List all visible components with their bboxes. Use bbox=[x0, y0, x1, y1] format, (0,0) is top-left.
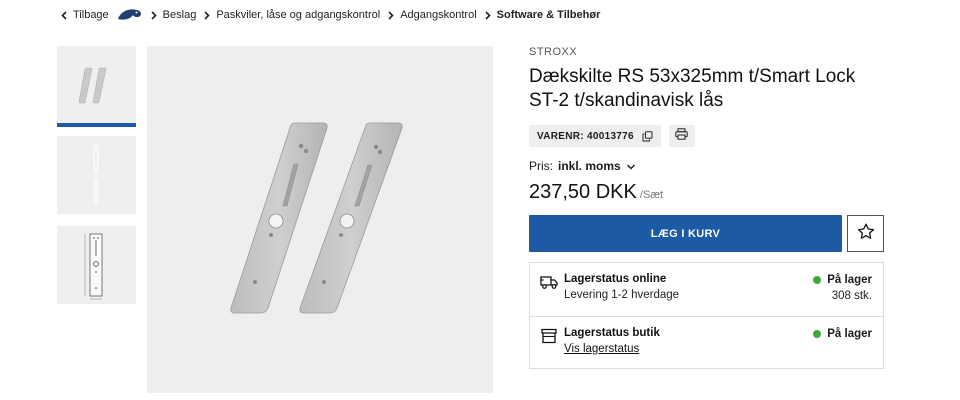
price-mode-row: Pris: inkl. moms bbox=[529, 159, 884, 173]
stock-store-status-group: På lager bbox=[813, 328, 872, 340]
thumbnail-2[interactable] bbox=[57, 136, 136, 214]
chevron-right-icon bbox=[483, 10, 492, 20]
main-product-image[interactable] bbox=[147, 46, 493, 393]
truck-icon bbox=[540, 274, 558, 290]
stock-online-row: Lagerstatus online Levering 1-2 hverdage… bbox=[530, 263, 883, 316]
breadcrumb-item-adgangskontrol[interactable]: Adgangskontrol bbox=[400, 9, 476, 21]
view-store-stock-link[interactable]: Vis lagerstatus bbox=[564, 343, 639, 355]
chevron-right-icon bbox=[202, 10, 211, 20]
back-link[interactable]: Tilbage bbox=[60, 9, 109, 21]
favorite-button[interactable] bbox=[847, 215, 884, 252]
price-row: 237,50 DKK /Sæt bbox=[529, 181, 884, 204]
brand-logo[interactable] bbox=[117, 7, 143, 23]
stock-box: Lagerstatus online Levering 1-2 hverdage… bbox=[529, 262, 884, 369]
store-icon bbox=[540, 328, 558, 344]
stock-store-status-label: På lager bbox=[827, 328, 872, 340]
thumbnail-1[interactable] bbox=[57, 46, 136, 127]
product-title: Dækskilte RS 53x325mm t/Smart Lock ST-2 … bbox=[529, 65, 884, 113]
breadcrumb: Tilbage Beslag Paskviler, låse og adgang… bbox=[60, 6, 600, 24]
product-brand[interactable]: STROXX bbox=[529, 46, 884, 58]
back-label: Tilbage bbox=[73, 9, 109, 21]
stock-online-status-group: På lager 308 stk. bbox=[813, 274, 872, 302]
price-amount: 237,50 DKK bbox=[529, 181, 637, 203]
breadcrumb-current: Software & Tilbehør bbox=[496, 9, 601, 21]
thumbnail-list bbox=[57, 46, 136, 316]
chevron-right-icon bbox=[149, 10, 158, 20]
price-mode-toggle[interactable]: inkl. moms bbox=[558, 159, 621, 173]
stock-online-status-label: På lager bbox=[827, 274, 872, 286]
stock-online-status: På lager bbox=[813, 274, 872, 286]
star-icon bbox=[857, 223, 875, 245]
sku-copy-button[interactable]: VARENR: 40013776 bbox=[529, 125, 661, 147]
stock-store-status: På lager bbox=[813, 328, 872, 340]
breadcrumb-item-paskviler[interactable]: Paskviler, låse og adgangskontrol bbox=[216, 9, 380, 21]
product-title-line2: ST-2 t/skandinavisk lås bbox=[529, 90, 724, 111]
thumbnail-3[interactable] bbox=[57, 226, 136, 304]
cart-row: LÆG I KURV bbox=[529, 215, 884, 252]
copy-icon bbox=[642, 130, 653, 142]
print-icon bbox=[675, 127, 689, 145]
chevron-down-icon[interactable] bbox=[626, 161, 636, 171]
chevron-left-icon bbox=[60, 10, 69, 20]
price-unit: /Sæt bbox=[639, 189, 664, 201]
stock-store-row: Lagerstatus butik Vis lagerstatus På lag… bbox=[530, 316, 883, 369]
chevron-right-icon bbox=[386, 10, 395, 20]
breadcrumb-item-beslag[interactable]: Beslag bbox=[163, 9, 197, 21]
print-button[interactable] bbox=[668, 125, 695, 147]
stock-online-qty: 308 stk. bbox=[831, 290, 872, 302]
product-title-line1: Dækskilte RS 53x325mm t/Smart Lock bbox=[529, 66, 856, 87]
sku-label: VARENR: 40013776 bbox=[537, 130, 634, 142]
price-prefix: Pris: bbox=[529, 159, 553, 173]
in-stock-dot-icon bbox=[813, 330, 822, 338]
product-info: STROXX Dækskilte RS 53x325mm t/Smart Loc… bbox=[529, 46, 884, 369]
meta-row: VARENR: 40013776 bbox=[529, 125, 884, 147]
in-stock-dot-icon bbox=[813, 276, 822, 284]
add-to-cart-button[interactable]: LÆG I KURV bbox=[529, 215, 842, 252]
